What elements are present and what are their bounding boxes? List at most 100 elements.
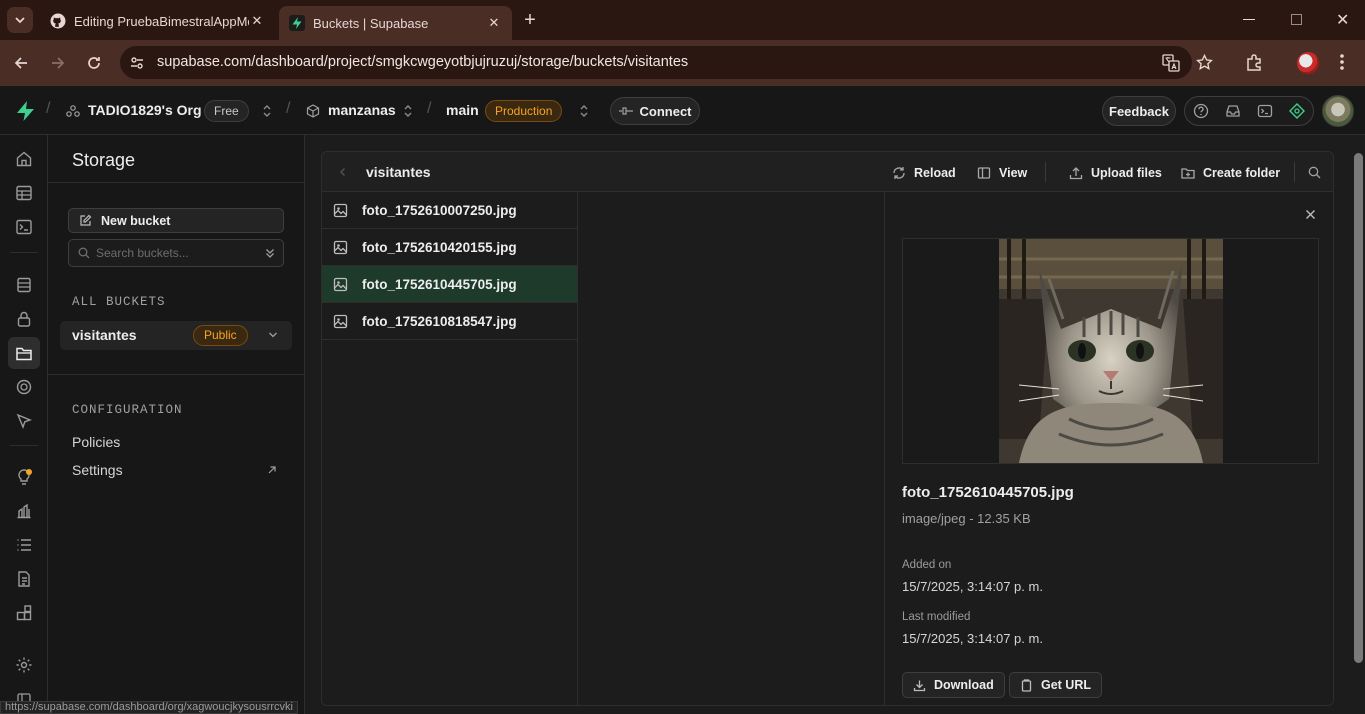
translate-icon[interactable]: [1162, 54, 1180, 72]
chevron-left-icon[interactable]: [339, 167, 346, 177]
upload-files-button[interactable]: Upload files: [1069, 162, 1162, 184]
view-label: View: [999, 166, 1028, 180]
close-window-icon[interactable]: ✕: [1336, 10, 1349, 30]
nav-rail: [0, 135, 48, 714]
chevron-up-down-icon[interactable]: [262, 104, 272, 118]
get-url-label: Get URL: [1041, 678, 1091, 692]
menu-kebab-icon[interactable]: [1340, 53, 1344, 71]
storage-icon[interactable]: [8, 337, 40, 369]
logs-icon[interactable]: [12, 533, 36, 557]
chevron-down-icon[interactable]: [268, 331, 278, 339]
edge-functions-icon[interactable]: [12, 375, 36, 399]
back-icon[interactable]: [13, 55, 29, 71]
branch-env-badge: Production: [485, 100, 563, 122]
search-buckets-input[interactable]: [96, 246, 246, 260]
last-modified-value: 15/7/2025, 3:14:07 p. m.: [902, 631, 1043, 646]
integrations-icon[interactable]: [12, 601, 36, 625]
url-text: supabase.com/dashboard/project/smgkcwgey…: [157, 54, 689, 70]
search-buckets-field[interactable]: [68, 239, 284, 267]
file-name: foto_1752610420155.jpg: [362, 239, 517, 255]
feedback-button[interactable]: Feedback: [1102, 96, 1176, 126]
home-icon[interactable]: [12, 147, 36, 171]
user-avatar[interactable]: [1322, 95, 1354, 127]
app-top-bar: / TADIO1829's Org Free / manzanas / main…: [0, 86, 1365, 135]
reload-button[interactable]: Reload: [892, 162, 956, 184]
edit-icon: [79, 214, 92, 227]
bookmark-star-icon[interactable]: [1196, 54, 1213, 71]
refresh-icon: [892, 166, 906, 180]
file-list-column: foto_1752610007250.jpg foto_175261042015…: [322, 192, 578, 705]
tab-title: Buckets | Supabase: [313, 15, 429, 31]
browser-tab-supabase[interactable]: Buckets | Supabase ✕: [279, 6, 512, 40]
database-icon[interactable]: [12, 273, 36, 297]
extensions-icon[interactable]: [1245, 53, 1264, 72]
reports-icon[interactable]: [12, 499, 36, 523]
file-explorer: visitantes Reload View Upload files Crea…: [321, 151, 1334, 706]
clipboard-icon: [1020, 678, 1033, 692]
sidebar-item-settings[interactable]: Settings: [72, 462, 123, 478]
page-scrollbar[interactable]: [1352, 135, 1365, 714]
advisors-icon[interactable]: [12, 465, 36, 489]
org-name[interactable]: TADIO1829's Org: [88, 102, 202, 118]
close-icon[interactable]: [1305, 209, 1316, 220]
site-info-icon[interactable]: [129, 55, 145, 71]
terminal-icon[interactable]: [1250, 96, 1280, 126]
get-url-button[interactable]: Get URL: [1009, 672, 1102, 698]
image-file-icon: [333, 277, 348, 292]
browser-toolbar: supabase.com/dashboard/project/smgkcwgey…: [0, 40, 1365, 86]
table-editor-icon[interactable]: [12, 181, 36, 205]
file-row[interactable]: foto_1752610420155.jpg: [322, 229, 577, 266]
main-content: visitantes Reload View Upload files Crea…: [305, 135, 1352, 714]
tab-search-button[interactable]: [7, 7, 33, 33]
forward-icon[interactable]: [50, 55, 66, 71]
sql-editor-icon[interactable]: [12, 215, 36, 239]
realtime-icon[interactable]: [12, 409, 36, 433]
profile-avatar[interactable]: [1297, 52, 1319, 74]
file-row-selected[interactable]: foto_1752610445705.jpg: [322, 266, 577, 303]
cat-photo-image: [999, 239, 1223, 463]
close-icon[interactable]: ✕: [486, 15, 502, 31]
new-tab-button[interactable]: +: [520, 10, 540, 31]
supabase-logo-icon[interactable]: [16, 101, 35, 121]
new-bucket-button[interactable]: New bucket: [68, 208, 284, 233]
scrollbar-thumb[interactable]: [1354, 153, 1363, 663]
sort-icon[interactable]: [265, 247, 275, 259]
new-bucket-label: New bucket: [101, 213, 171, 228]
restore-window-icon[interactable]: [1291, 14, 1302, 25]
sidebar-item-policies[interactable]: Policies: [72, 434, 120, 450]
branch-name[interactable]: main: [446, 102, 479, 118]
search-icon[interactable]: [1308, 166, 1321, 179]
file-row[interactable]: foto_1752610007250.jpg: [322, 192, 577, 229]
supabase-icon: [289, 15, 305, 31]
help-icon[interactable]: [1186, 96, 1216, 126]
view-button[interactable]: View: [977, 162, 1027, 184]
divider: [48, 374, 304, 375]
browser-tab-github[interactable]: Editing PruebaBimestralAppMovil ✕: [40, 6, 275, 36]
download-button[interactable]: Download: [902, 672, 1005, 698]
chevron-up-down-icon[interactable]: [579, 104, 589, 118]
public-badge: Public: [193, 325, 248, 346]
chevron-up-down-icon[interactable]: [403, 104, 413, 118]
current-path: visitantes: [366, 164, 431, 180]
project-name[interactable]: manzanas: [328, 102, 396, 118]
image-file-icon: [333, 314, 348, 329]
tab-title: Editing PruebaBimestralAppMovil: [74, 13, 249, 29]
settings-icon[interactable]: [12, 653, 36, 677]
auth-icon[interactable]: [12, 307, 36, 331]
file-row[interactable]: foto_1752610818547.jpg: [322, 303, 577, 340]
reload-icon[interactable]: [86, 55, 102, 71]
status-bar-url: https://supabase.com/dashboard/org/xagwo…: [0, 701, 298, 714]
assistant-icon[interactable]: [1282, 96, 1312, 126]
minimize-window-icon[interactable]: [1243, 19, 1255, 20]
close-icon[interactable]: ✕: [249, 13, 265, 29]
address-bar[interactable]: supabase.com/dashboard/project/smgkcwgey…: [120, 46, 1213, 79]
sidebar-item-bucket[interactable]: visitantes Public: [60, 321, 292, 350]
browser-tab-bar: Editing PruebaBimestralAppMovil ✕ Bucket…: [0, 0, 1365, 40]
api-docs-icon[interactable]: [12, 567, 36, 591]
inbox-icon[interactable]: [1218, 96, 1248, 126]
connect-button[interactable]: Connect: [610, 97, 700, 125]
org-plan-badge: Free: [204, 100, 249, 122]
image-file-icon: [333, 203, 348, 218]
create-folder-button[interactable]: Create folder: [1181, 162, 1280, 184]
create-folder-label: Create folder: [1203, 166, 1281, 180]
